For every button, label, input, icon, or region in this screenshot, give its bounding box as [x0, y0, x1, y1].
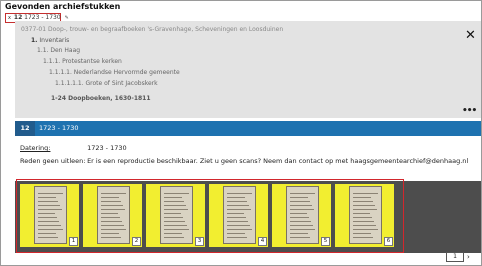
dating-row: Datering: 1723 - 1730 — [20, 144, 127, 152]
tree-archive[interactable]: 0377-01 Doop-, trouw- en begraafboeken '… — [21, 25, 283, 36]
record-header-bar[interactable]: 12 1723 - 1730 — [15, 121, 481, 136]
tree-level-3[interactable]: 1.1.1. Protestantse kerken — [21, 57, 283, 68]
tree-level-1[interactable]: 1. Inventaris — [21, 36, 283, 47]
reason-value: Er is een reproductie beschikbaar. Ziet … — [87, 157, 469, 165]
hierarchy-panel: 0377-01 Doop-, trouw- en begraafboeken '… — [15, 21, 481, 118]
thumbnail-selection-outline — [16, 179, 404, 253]
filter-range: 1723 - 1730 — [24, 14, 61, 21]
reason-row: Reden geen uitleen: Er is een reproducti… — [20, 157, 468, 165]
chevron-right-icon[interactable]: › — [467, 252, 470, 262]
dating-label: Datering: — [20, 144, 51, 152]
tree-level-4[interactable]: 1.1.1.1. Nederlandse Hervormde gemeente — [21, 68, 283, 79]
archive-tree: 0377-01 Doop-, trouw- en begraafboeken '… — [21, 25, 283, 105]
filter-number: 12 — [13, 14, 23, 21]
record-number: 12 — [15, 121, 35, 136]
reason-label: Reden geen uitleen: — [20, 157, 86, 165]
more-icon[interactable]: ••• — [462, 107, 477, 116]
close-icon[interactable]: ✕ — [465, 29, 476, 42]
tree-level-6[interactable]: 1-24 Doopboeken, 1630-1811 — [21, 94, 283, 105]
tree-level-2[interactable]: 1.1. Den Haag — [21, 46, 283, 57]
record-title: 1723 - 1730 — [39, 124, 79, 132]
record-details: Datering: 1723 - 1730 Reden geen uitleen… — [15, 138, 481, 174]
dating-value: 1723 - 1730 — [87, 144, 127, 152]
tree-level-1-label: Inventaris — [39, 36, 70, 44]
remove-filter-icon[interactable]: x — [8, 15, 11, 21]
page-title: Gevonden archiefstukken — [5, 2, 121, 11]
tree-level-1-number: 1. — [31, 36, 38, 44]
page-number-input[interactable]: 1 — [446, 252, 464, 262]
tree-level-5[interactable]: 1.1.1.1.1. Grote of Sint Jacobskerk — [21, 79, 283, 90]
